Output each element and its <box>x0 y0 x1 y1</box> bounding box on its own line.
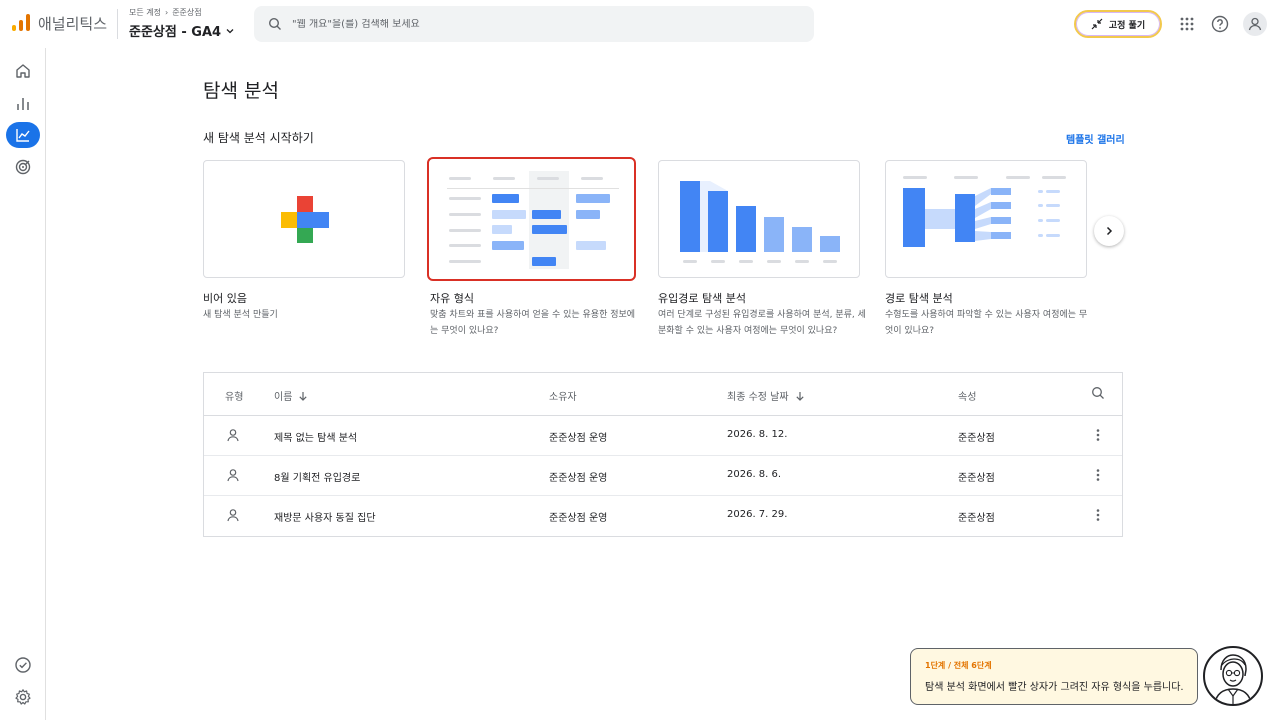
guide-instruction: 탐색 분석 화면에서 빨간 상자가 그려진 자유 형식을 누릅니다. <box>925 682 1184 693</box>
path-tree-illustration <box>903 176 1066 247</box>
check-circle-icon <box>15 657 31 673</box>
apps-icon[interactable] <box>1175 12 1199 36</box>
row-owner: 준준상점 운영 <box>549 433 608 444</box>
home-icon <box>16 64 30 78</box>
user-icon <box>226 428 240 445</box>
template-title-funnel: 유입경로 탐색 분석 <box>658 292 746 305</box>
template-card-path[interactable] <box>885 160 1087 278</box>
template-card-blank[interactable] <box>203 160 405 278</box>
header-modified[interactable]: 최종 수정 날짜 <box>727 388 805 403</box>
template-card-freeform[interactable] <box>427 157 636 281</box>
row-property: 준준상점 <box>958 513 995 524</box>
row-name[interactable]: 제목 없는 탐색 분석 <box>274 429 357 444</box>
left-nav-rail <box>0 48 46 720</box>
freeform-table-illustration <box>447 171 619 269</box>
search-bar[interactable] <box>254 6 814 42</box>
header-divider <box>117 9 118 39</box>
nav-advertising[interactable] <box>6 154 40 180</box>
search-input[interactable] <box>292 18 772 30</box>
template-title-path: 경로 탐색 분석 <box>885 292 953 305</box>
nav-admin-check[interactable] <box>6 652 40 678</box>
header-type: 유형 <box>225 392 244 403</box>
table-search-icon[interactable] <box>1091 386 1105 400</box>
header-owner[interactable]: 소유자 <box>549 388 577 403</box>
more-vert-icon[interactable] <box>1092 468 1104 485</box>
nav-reports[interactable] <box>6 91 40 117</box>
reports-icon <box>17 98 29 110</box>
table-row[interactable]: 재방문 사용자 동질 집단 준준상점 운영 2026. 7. 29. 준준상점 <box>204 496 1122 536</box>
explorations-table: 유형 이름 소유자 최종 수정 날짜 속성 제목 없는 탐색 분석 준준상점 운… <box>203 372 1123 537</box>
template-desc-funnel: 여러 단계로 구성된 유입경로를 사용하여 분석, 분류, 세분화할 수 있는 … <box>658 310 866 336</box>
property-name: 준준상점 - GA4 <box>129 25 222 40</box>
header-property[interactable]: 속성 <box>958 388 976 403</box>
unpin-label: 고정 풀기 <box>1108 20 1146 31</box>
top-bar: 애널리틱스 모든 계정 › 준준상점 준준상점 - GA4 고정 풀기 <box>0 0 1280 48</box>
section-title: 새 탐색 분석 시작하기 <box>203 131 314 145</box>
nav-home[interactable] <box>6 58 40 84</box>
row-owner: 준준상점 운영 <box>549 513 608 524</box>
table-row[interactable]: 8월 기획전 유입경로 준준상점 운영 2026. 8. 6. 준준상점 <box>204 456 1122 496</box>
guide-step-indicator: 1단계 / 전체 6단계 <box>925 661 992 670</box>
unpin-button[interactable]: 고정 풀기 <box>1074 10 1162 38</box>
funnel-illustration <box>680 181 840 263</box>
template-title-blank: 비어 있음 <box>203 292 247 305</box>
brand-name: 애널리틱스 <box>38 15 108 33</box>
sort-arrow-down-icon <box>299 391 308 401</box>
breadcrumb-all-accounts[interactable]: 모든 계정 <box>129 7 161 18</box>
breadcrumb[interactable]: 모든 계정 › 준준상점 <box>129 7 202 18</box>
plus-icon <box>281 196 329 243</box>
row-name[interactable]: 재방문 사용자 동질 집단 <box>274 509 376 524</box>
user-icon <box>226 508 240 525</box>
property-selector[interactable]: 준준상점 - GA4 <box>129 21 235 40</box>
row-modified: 2026. 7. 29. <box>727 509 788 520</box>
row-name[interactable]: 8월 기획전 유입경로 <box>274 469 360 484</box>
nav-settings[interactable] <box>6 684 40 710</box>
tutorial-guide-bubble: 1단계 / 전체 6단계 탐색 분석 화면에서 빨간 상자가 그려진 자유 형식… <box>910 648 1198 705</box>
more-vert-icon[interactable] <box>1092 428 1104 445</box>
header-name[interactable]: 이름 <box>274 388 308 403</box>
template-desc-freeform: 맞춤 차트와 표를 사용하여 얻을 수 있는 유용한 정보에는 무엇이 있나요? <box>430 310 636 336</box>
collapse-arrows-icon <box>1091 18 1103 30</box>
gear-icon <box>15 689 31 705</box>
row-owner: 준준상점 운영 <box>549 473 608 484</box>
template-desc-blank: 새 탐색 분석 만들기 <box>203 310 278 320</box>
account-avatar-icon[interactable] <box>1243 12 1267 36</box>
nav-explore[interactable] <box>6 122 40 148</box>
help-icon[interactable] <box>1208 12 1232 36</box>
template-desc-path: 수형도를 사용하여 파악할 수 있는 사용자 여정에는 무엇이 있나요? <box>885 310 1088 336</box>
row-property: 준준상점 <box>958 433 995 444</box>
sort-arrow-down-icon <box>795 391 804 401</box>
search-icon <box>268 17 281 30</box>
guide-character-icon <box>1203 646 1263 706</box>
advertising-icon <box>15 159 31 175</box>
table-row[interactable]: 제목 없는 탐색 분석 준준상점 운영 2026. 8. 12. 준준상점 <box>204 416 1122 456</box>
row-modified: 2026. 8. 12. <box>727 429 788 440</box>
user-icon <box>226 468 240 485</box>
breadcrumb-account[interactable]: 준준상점 <box>172 7 201 18</box>
chevron-down-icon <box>226 28 234 33</box>
chevron-right-icon <box>1106 226 1113 236</box>
row-modified: 2026. 8. 6. <box>727 469 782 480</box>
row-property: 준준상점 <box>958 473 995 484</box>
template-title-freeform: 자유 형식 <box>430 292 474 305</box>
explore-icon <box>16 129 30 142</box>
chevron-right-icon: › <box>164 8 169 17</box>
template-card-funnel[interactable] <box>658 160 860 278</box>
template-gallery-link[interactable]: 템플릿 갤러리 <box>1066 131 1125 146</box>
next-templates-button[interactable] <box>1094 216 1124 246</box>
table-header: 유형 이름 소유자 최종 수정 날짜 속성 <box>204 373 1122 416</box>
analytics-logo-icon[interactable] <box>12 14 30 31</box>
page-title: 탐색 분석 <box>203 80 279 102</box>
more-vert-icon[interactable] <box>1092 508 1104 525</box>
